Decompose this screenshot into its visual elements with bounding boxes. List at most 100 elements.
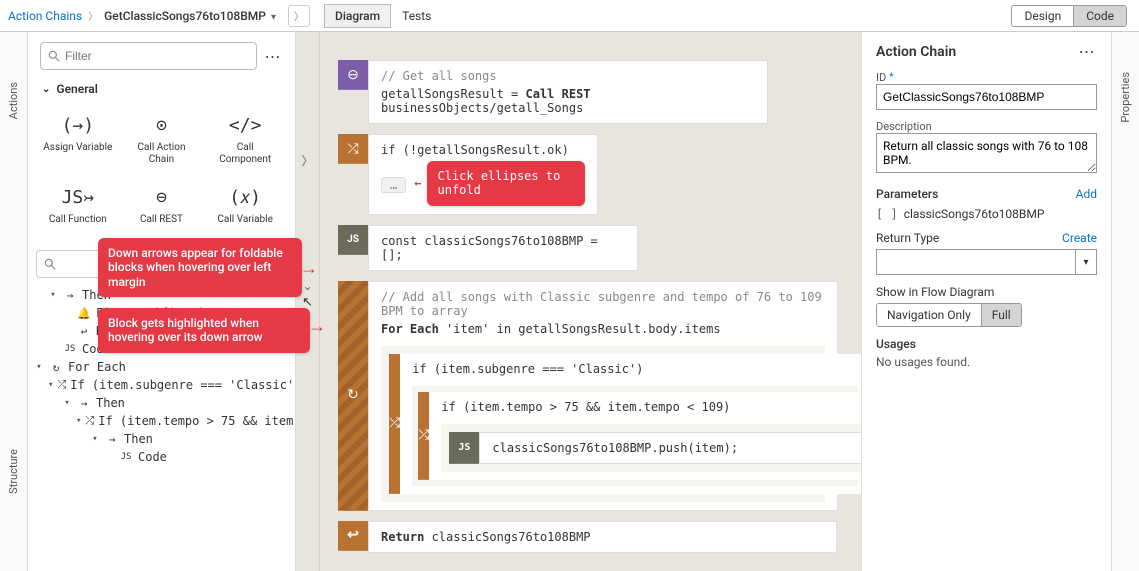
tree-row[interactable]: ▾⤮If (item.subgenre === 'Classic') [34, 376, 289, 394]
arrow-left-icon: ← [414, 176, 421, 190]
right-rail: Properties [1111, 32, 1139, 571]
tree-row[interactable]: ▾→Then [34, 394, 289, 412]
arrow-right-icon: → [300, 258, 318, 279]
if-handle-icon[interactable]: ⤮ [389, 354, 400, 494]
call-action-chain-icon: ⊙ [156, 114, 167, 136]
callout-ellipses: Click ellipses to unfold [427, 161, 585, 206]
if-handle-icon[interactable]: ⤮ [418, 392, 429, 480]
palette-call-function[interactable]: JS↣Call Function [36, 180, 120, 232]
nested-if-block-2[interactable]: ⤮ if (item.tempo > 75 && item.tempo < 10… [412, 386, 858, 486]
js-handle-icon[interactable]: JS [449, 432, 479, 464]
code-line: if (item.tempo > 75 && item.tempo < 109) [441, 400, 861, 414]
view-tabs: Diagram Tests [324, 4, 442, 28]
tree-row[interactable]: JSCode [34, 448, 289, 466]
callout-highlight: Block gets highlighted when hovering ove… [98, 308, 310, 353]
fold-handle[interactable]: 〉 [301, 152, 313, 169]
code-line: Return classicSongs76to108BMP [381, 530, 824, 544]
tab-tests[interactable]: Tests [391, 4, 442, 28]
tab-diagram[interactable]: Diagram [324, 4, 391, 28]
nested-js-block[interactable]: JS classicSongs76to108BMP.push(item); [441, 424, 861, 472]
search-icon [47, 49, 61, 63]
code-line: For Each 'item' in getallSongsResult.bod… [381, 322, 825, 336]
palette-call-action-chain[interactable]: ⊙ Call Action Chain [120, 108, 204, 172]
action-palette: (→)Assign Variable ⊙ Call Action Chain </… [28, 102, 295, 244]
tree-caret-icon[interactable]: ▾ [90, 434, 100, 444]
nested-if-block[interactable]: ⤮ if (item.subgenre === 'Classic') ⤮ if … [381, 346, 825, 502]
breadcrumb-current[interactable]: GetClassicSongs76to108BMP ▾ [104, 9, 276, 23]
code-line: classicSongs76to108BMP.push(item); [492, 441, 861, 455]
call-rest-icon: ⊖ [156, 186, 167, 208]
more-button[interactable]: ⋯ [263, 47, 283, 66]
tree-row[interactable]: ▾↻For Each [34, 358, 289, 376]
arrow-right-icon: → [308, 316, 326, 337]
ellipsis-unfold[interactable]: … [381, 177, 406, 193]
breadcrumb-current-text: GetClassicSongs76to108BMP [104, 9, 266, 23]
tree-caret-icon[interactable]: ▾ [48, 380, 53, 390]
tree-row[interactable]: ▾→Then [34, 430, 289, 448]
design-code-toggle: Design Code [1011, 5, 1127, 27]
diagram-canvas[interactable]: 〉 ⌄ ↖ ⊖ // Get all songs getallSongsResu… [296, 32, 861, 571]
tree-label: If (item.subgenre === 'Classic') [70, 378, 295, 392]
tree-node-icon: ↩ [76, 325, 92, 338]
call-variable-icon: (𝑥) [229, 186, 261, 208]
tree-caret-icon[interactable]: ▾ [48, 290, 58, 300]
palette-assign-variable[interactable]: (→)Assign Variable [36, 108, 120, 172]
add-parameter-link[interactable]: Add [1076, 187, 1097, 201]
tree-caret-icon[interactable]: ▾ [34, 362, 44, 372]
if-block[interactable]: ⤮ if (!getallSongsResult.ok) … ← Click e… [338, 134, 837, 215]
filter-input[interactable] [61, 49, 250, 63]
design-toggle[interactable]: Design [1012, 6, 1073, 26]
tree-node-icon: → [104, 433, 120, 446]
create-type-link[interactable]: Create [1062, 231, 1097, 245]
fold-handle[interactable]: ⌄ [302, 279, 312, 293]
general-section-header[interactable]: ⌄ General [28, 76, 295, 102]
tree-caret-icon[interactable]: ▾ [76, 416, 81, 426]
return-handle-icon[interactable]: ↩ [338, 521, 368, 551]
callout-fold-arrows: Down arrows appear for foldable blocks w… [98, 238, 302, 297]
rest-handle-icon[interactable]: ⊖ [338, 60, 368, 90]
if-handle-icon[interactable]: ⤮ [338, 134, 368, 164]
caret-down-icon[interactable]: ▾ [271, 12, 276, 23]
rail-structure[interactable]: Structure [7, 449, 20, 494]
return-type-label: Return Type [876, 231, 939, 245]
search-icon [43, 257, 57, 271]
palette-label: Call Variable [217, 214, 272, 226]
nav-next-button[interactable]: 〉 [288, 5, 310, 27]
return-type-dropdown[interactable]: ▾ [1075, 249, 1097, 275]
tree-node-icon: 🔔 [76, 307, 92, 320]
return-type-input[interactable] [876, 249, 1075, 275]
code-toggle[interactable]: Code [1073, 6, 1126, 26]
code-line: if (!getallSongsResult.ok) [381, 143, 585, 157]
foreach-handle-icon[interactable]: ↻ [338, 281, 368, 511]
js-handle-icon[interactable]: JS [338, 225, 368, 255]
flow-diagram-label: Show in Flow Diagram [876, 285, 1097, 299]
parameter-item[interactable]: classicSongs76to108BMP [904, 207, 1045, 221]
id-input[interactable] [876, 84, 1097, 110]
call-rest-block[interactable]: ⊖ // Get all songs getallSongsResult = C… [338, 60, 837, 124]
rail-actions[interactable]: Actions [7, 82, 20, 119]
tree-node-icon: → [76, 397, 92, 410]
code-line: getallSongsResult = Call REST businessOb… [381, 87, 755, 115]
rail-properties[interactable]: Properties [1119, 72, 1132, 123]
array-icon: [ ] [876, 207, 898, 221]
left-rail: Actions Structure [0, 32, 28, 571]
tree-caret-icon[interactable]: ▾ [62, 398, 72, 408]
palette-call-rest[interactable]: ⊖ Call REST [120, 180, 204, 232]
description-input[interactable]: Return all classic songs with 76 to 108 … [876, 133, 1097, 173]
palette-label: Call Action Chain [126, 142, 196, 166]
foreach-block[interactable]: ↻ // Add all songs with Classic subgenre… [338, 281, 837, 511]
breadcrumb-root[interactable]: Action Chains [8, 9, 82, 23]
flow-navigation-only[interactable]: Navigation Only [877, 304, 981, 326]
tree-row[interactable]: ▾⤮If (item.tempo > 75 && item.tempo [34, 412, 289, 430]
panel-more-button[interactable]: ⋯ [1077, 42, 1097, 61]
flow-full[interactable]: Full [981, 304, 1021, 326]
palette-call-variable[interactable]: (𝑥) Call Variable [203, 180, 287, 232]
palette-call-component[interactable]: </>Call Component [203, 108, 287, 172]
id-label: ID* [876, 71, 1097, 84]
filter-input-wrapper[interactable] [40, 42, 257, 70]
call-function-icon: JS↣ [62, 186, 95, 208]
parameters-label: Parameters [876, 187, 938, 201]
js-block[interactable]: JS const classicSongs76to108BMP = []; [338, 225, 837, 271]
palette-label: Call REST [140, 214, 183, 226]
return-block[interactable]: ↩ Return classicSongs76to108BMP [338, 521, 837, 553]
